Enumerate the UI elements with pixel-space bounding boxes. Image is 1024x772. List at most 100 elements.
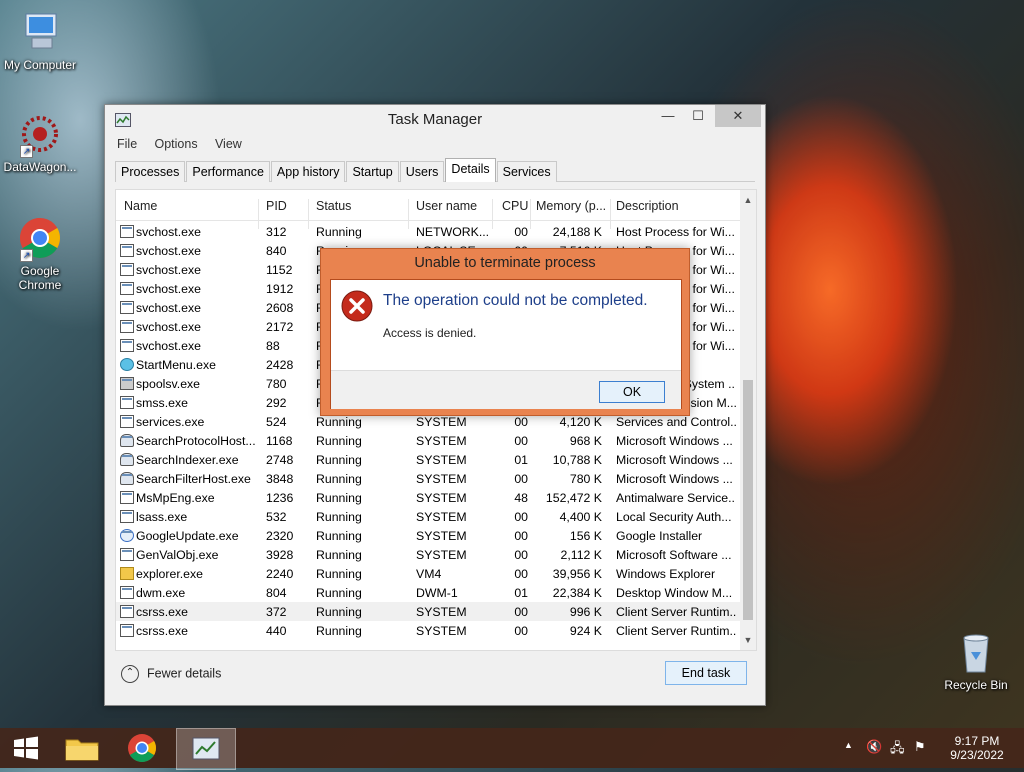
- process-name: SearchFilterHost.exe: [136, 472, 251, 486]
- process-pid: 440: [266, 624, 287, 638]
- tab-details[interactable]: Details: [445, 158, 496, 182]
- process-cpu: 00: [514, 567, 528, 581]
- close-button[interactable]: ✕: [715, 105, 761, 127]
- column-header-status[interactable]: Status: [316, 199, 351, 213]
- scroll-down-icon[interactable]: ▼: [740, 632, 756, 648]
- process-name: GenValObj.exe: [136, 548, 219, 562]
- process-name: MsMpEng.exe: [136, 491, 215, 505]
- shortcut-arrow-icon: ↗: [20, 249, 33, 262]
- table-row[interactable]: GenValObj.exe 3928 Running SYSTEM 00 2,112 K M…: [116, 545, 740, 564]
- process-name: explorer.exe: [136, 567, 203, 581]
- process-name: csrss.exe: [136, 624, 188, 638]
- dialog-message: Access is denied.: [383, 326, 477, 340]
- chrome-icon: [128, 734, 156, 762]
- tab-processes[interactable]: Processes: [115, 161, 186, 182]
- process-memory: 4,120 K: [559, 415, 602, 429]
- menu-view[interactable]: View: [215, 137, 242, 151]
- process-pid: 3928: [266, 548, 294, 562]
- process-status: Running: [316, 491, 362, 505]
- column-header-cpu[interactable]: CPU: [502, 199, 528, 213]
- process-name: svchost.exe: [136, 320, 201, 334]
- table-row[interactable]: csrss.exe 372 Running SYSTEM 00 996 K Client S…: [116, 602, 740, 621]
- column-header-name[interactable]: Name: [124, 199, 157, 213]
- table-row[interactable]: lsass.exe 532 Running SYSTEM 00 4,400 K Local …: [116, 507, 740, 526]
- process-pid: 2748: [266, 453, 294, 467]
- window-process-icon: [120, 415, 134, 428]
- window-process-icon: [120, 605, 134, 618]
- process-pid: 88: [266, 339, 280, 353]
- table-row[interactable]: dwm.exe 804 Running DWM-1 01 22,384 K Desktop …: [116, 583, 740, 602]
- tab-services[interactable]: Services: [496, 161, 557, 182]
- window-process-icon: [120, 624, 134, 637]
- taskbar-task-manager[interactable]: [176, 728, 236, 770]
- table-row[interactable]: explorer.exe 2240 Running VM4 00 39,956 K Wind…: [116, 564, 740, 583]
- title-bar[interactable]: Task Manager — ☐ ✕: [105, 105, 765, 135]
- column-header-memory[interactable]: Memory (p...: [536, 199, 608, 213]
- clock[interactable]: 9:17 PM 9/23/2022: [942, 734, 1012, 762]
- tab-app-history[interactable]: App history: [270, 161, 346, 182]
- process-name: GoogleUpdate.exe: [136, 529, 239, 543]
- tab-performance[interactable]: Performance: [186, 161, 270, 182]
- process-description: Antimalware Service...: [616, 491, 736, 505]
- taskbar-file-explorer[interactable]: [58, 728, 106, 768]
- minimize-button[interactable]: —: [653, 105, 683, 127]
- process-memory: 22,384 K: [552, 586, 602, 600]
- menu-file[interactable]: File: [117, 137, 137, 151]
- desktop-icon-datawagon[interactable]: ↗ DataWagon...: [0, 112, 80, 174]
- scroll-thumb[interactable]: [743, 380, 753, 620]
- fewer-details-button[interactable]: ⌃ Fewer details: [121, 665, 221, 683]
- taskbar-chrome[interactable]: [118, 728, 166, 768]
- process-cpu: 01: [514, 453, 528, 467]
- volume-muted-icon[interactable]: 🔇: [866, 739, 882, 755]
- menu-options[interactable]: Options: [155, 137, 198, 151]
- ok-button[interactable]: OK: [599, 381, 665, 403]
- process-pid: 1152: [266, 263, 293, 277]
- desktop-icon-recycle-bin[interactable]: Recycle Bin: [936, 630, 1016, 692]
- process-memory: 156 K: [569, 529, 602, 543]
- table-row[interactable]: SearchIndexer.exe 2748 Running SYSTEM 01 10,7…: [116, 450, 740, 469]
- folder-icon: [65, 739, 99, 761]
- column-header-user-name[interactable]: User name: [416, 199, 477, 213]
- scroll-up-icon[interactable]: ▲: [740, 192, 756, 208]
- window-process-icon: [120, 586, 134, 599]
- end-task-button[interactable]: End task: [665, 661, 747, 685]
- process-status: Running: [316, 529, 362, 543]
- process-cpu: 00: [514, 225, 528, 239]
- error-dialog: Unable to terminate process The operatio…: [320, 248, 690, 416]
- process-description: Desktop Window M...: [616, 586, 733, 600]
- process-user: DWM-1: [416, 586, 458, 600]
- table-row[interactable]: svchost.exe 312 Running NETWORK... 00 24,188 …: [116, 222, 740, 241]
- table-row[interactable]: MsMpEng.exe 1236 Running SYSTEM 48 152,472 K A…: [116, 488, 740, 507]
- table-row[interactable]: GoogleUpdate.exe 2320 Running SYSTEM 00 156 K…: [116, 526, 740, 545]
- process-pid: 840: [266, 244, 287, 258]
- process-user: SYSTEM: [416, 605, 467, 619]
- maximize-button[interactable]: ☐: [683, 105, 713, 127]
- chevron-up-icon: ⌃: [121, 665, 139, 683]
- tab-strip: Processes Performance App history Startu…: [115, 158, 755, 182]
- network-icon[interactable]: 🖧: [890, 739, 905, 761]
- vertical-scrollbar[interactable]: ▲ ▼: [740, 190, 756, 650]
- start-button[interactable]: [6, 728, 46, 768]
- column-header-pid[interactable]: PID: [266, 199, 287, 213]
- process-pid: 3848: [266, 472, 294, 486]
- table-row[interactable]: SearchFilterHost.exe 3848 Running SYSTEM 00 7…: [116, 469, 740, 488]
- column-header-description[interactable]: Description: [616, 199, 679, 213]
- process-memory: 10,788 K: [552, 453, 602, 467]
- window-process-icon: [120, 548, 134, 561]
- tab-startup[interactable]: Startup: [346, 161, 399, 182]
- dialog-body: The operation could not be completed. Ac…: [330, 279, 682, 409]
- process-memory: 4,400 K: [559, 510, 602, 524]
- process-pid: 804: [266, 586, 287, 600]
- desktop-icon-my-computer[interactable]: My Computer: [0, 10, 80, 72]
- desktop-icon-google-chrome[interactable]: ↗ Google Chrome: [0, 216, 80, 292]
- dialog-title: Unable to terminate process: [414, 255, 596, 271]
- table-row[interactable]: SearchProtocolHost.... 1168 Running SYSTEM 0…: [116, 431, 740, 450]
- action-center-icon[interactable]: ⚑: [914, 739, 926, 755]
- process-name: svchost.exe: [136, 225, 201, 239]
- process-name: smss.exe: [136, 396, 188, 410]
- table-row[interactable]: csrss.exe 440 Running SYSTEM 00 924 K Client S…: [116, 621, 740, 640]
- tab-users[interactable]: Users: [399, 161, 445, 182]
- process-name: spoolsv.exe: [136, 377, 201, 391]
- window-process-icon: [120, 301, 134, 314]
- show-hidden-icon[interactable]: ▲: [844, 740, 853, 750]
